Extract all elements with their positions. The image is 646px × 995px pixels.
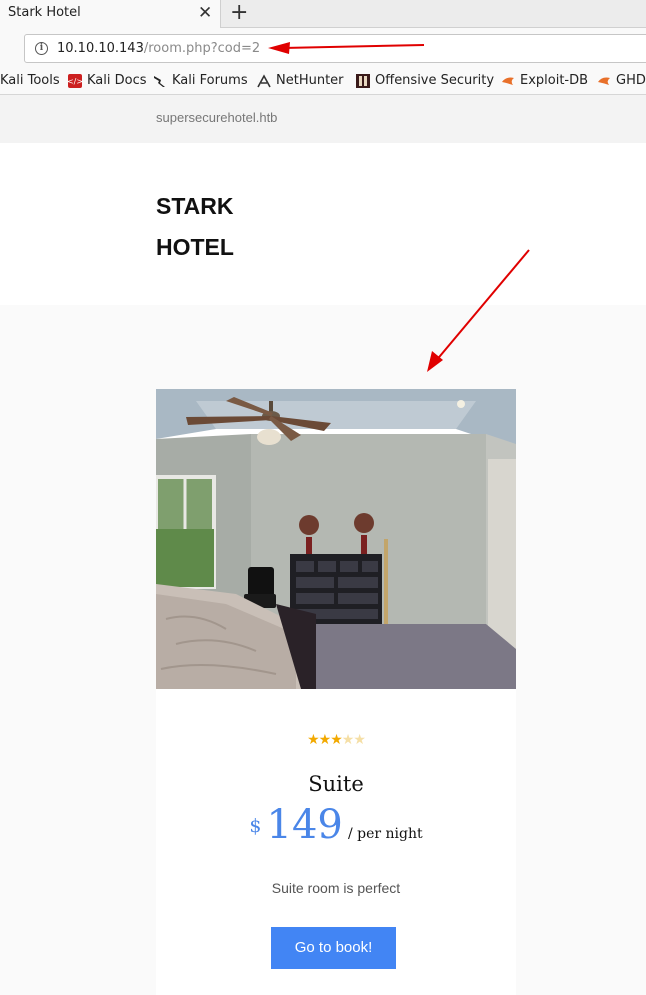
- room-name: Suite: [308, 772, 364, 796]
- star-empty-icon: ★: [341, 732, 355, 748]
- top-strip: supersecurehotel.htb: [0, 95, 646, 143]
- info-icon[interactable]: i: [35, 42, 48, 55]
- site-header: STARK HOTEL: [0, 143, 646, 305]
- bookmark-ghdb[interactable]: GHDB: [597, 73, 646, 88]
- price-amount: 149: [266, 802, 343, 848]
- nethunter-icon: [257, 73, 271, 87]
- bookmark-kali-tools[interactable]: Kali Tools: [0, 73, 60, 88]
- bookmark-label: Kali Forums: [172, 73, 248, 88]
- bookmarks-bar: Kali Tools </> Kali Docs Kali Forums Net…: [0, 68, 646, 95]
- bookmark-label: GHDB: [616, 73, 646, 88]
- star-icon: ★: [318, 732, 332, 748]
- bookmark-label: Kali Tools: [0, 73, 60, 88]
- brand-line-2: HOTEL: [156, 234, 234, 260]
- bookmark-kali-docs[interactable]: </> Kali Docs: [68, 73, 147, 88]
- go-to-book-button[interactable]: Go to book!: [271, 927, 396, 969]
- web-page: supersecurehotel.htb STARK HOTEL ★★★★★ S…: [0, 95, 646, 995]
- tab-bar: Stark Hotel ✕ +: [0, 0, 646, 28]
- brand-line-1: STARK: [156, 193, 234, 219]
- close-tab-icon[interactable]: ✕: [198, 3, 212, 23]
- bookmark-kali-forums[interactable]: Kali Forums: [153, 73, 248, 88]
- new-tab-icon[interactable]: +: [230, 0, 248, 26]
- bookmark-label: NetHunter: [276, 73, 344, 88]
- site-brand[interactable]: STARK HOTEL: [156, 186, 234, 268]
- offensive-security-icon: [356, 73, 370, 88]
- kali-dragon-icon: [154, 75, 165, 87]
- star-icon: ★: [307, 732, 320, 748]
- kali-docs-icon: </>: [68, 73, 82, 88]
- browser-tab[interactable]: Stark Hotel ✕: [0, 0, 221, 28]
- bookmark-offensive-security[interactable]: Offensive Security: [356, 73, 494, 88]
- url-text: 10.10.10.143/room.php?cod=2: [57, 41, 260, 56]
- tab-title: Stark Hotel: [8, 5, 81, 20]
- address-bar[interactable]: i 10.10.10.143/room.php?cod=2: [24, 34, 646, 63]
- nav-bar: i 10.10.10.143/room.php?cod=2: [0, 28, 646, 68]
- bookmark-exploit-db[interactable]: Exploit-DB: [501, 73, 588, 88]
- room-price: $ 149 / per night: [156, 802, 516, 848]
- room-description: Suite room is perfect: [271, 880, 401, 896]
- room-photo: [156, 389, 516, 689]
- site-domain: supersecurehotel.htb: [156, 110, 278, 125]
- price-currency: $: [249, 815, 262, 837]
- bookmark-label: Kali Docs: [87, 73, 147, 88]
- url-path: /room.php?cod=2: [143, 41, 261, 56]
- url-host: 10.10.10.143: [57, 41, 144, 56]
- exploit-db-icon: [502, 77, 514, 85]
- bookmark-label: Offensive Security: [375, 73, 495, 88]
- bookmark-nethunter[interactable]: NetHunter: [257, 73, 344, 88]
- bookmark-label: Exploit-DB: [520, 73, 589, 88]
- star-icon: ★: [330, 732, 343, 748]
- room-card: ★★★★★ Suite $ 149 / per night Suite room…: [156, 389, 516, 995]
- star-empty-icon: ★: [353, 732, 366, 748]
- ghdb-icon: [598, 77, 610, 85]
- svg-text:</>: </>: [68, 77, 82, 86]
- price-period: / per night: [347, 826, 423, 842]
- star-rating: ★★★★★: [156, 732, 516, 748]
